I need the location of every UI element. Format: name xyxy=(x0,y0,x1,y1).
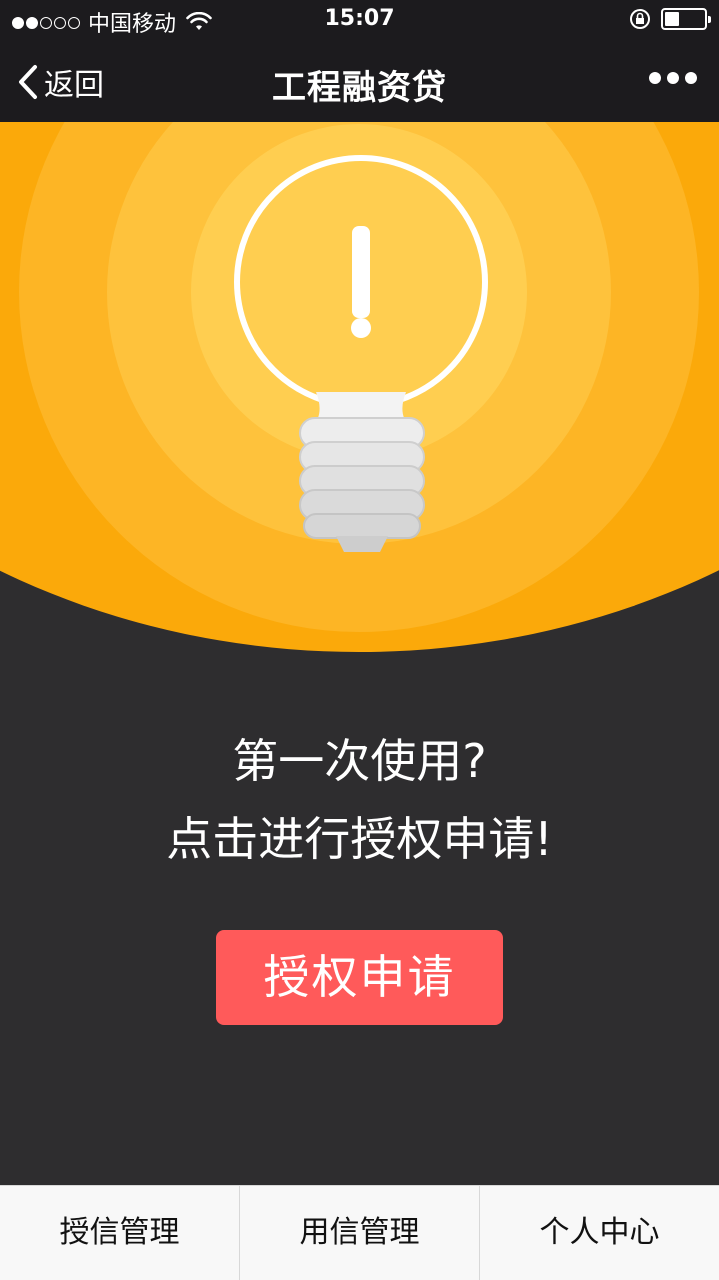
rotation-lock-icon xyxy=(630,9,650,29)
nav-bar: 返回 工程融资贷 xyxy=(0,40,719,122)
bottom-tab-bar: 授信管理 用信管理 个人中心 xyxy=(0,1185,719,1280)
status-time: 15:07 xyxy=(324,6,395,31)
page-title: 工程融资贷 xyxy=(272,68,447,108)
battery-icon xyxy=(661,8,711,30)
apply-authorization-button[interactable]: 授权申请 xyxy=(216,930,503,1025)
tab-personal-center[interactable]: 个人中心 xyxy=(480,1186,719,1280)
hero-illustration xyxy=(0,122,719,662)
tab-credit-management[interactable]: 授信管理 xyxy=(0,1186,240,1280)
message-line-1: 第一次使用? xyxy=(232,734,487,788)
lightbulb-warning-icon xyxy=(0,122,719,662)
status-bar: 中国移动 15:07 xyxy=(0,0,719,40)
first-use-message: 第一次使用? 点击进行授权申请! xyxy=(0,730,719,870)
tab-credit-usage[interactable]: 用信管理 xyxy=(240,1186,480,1280)
message-line-2: 点击进行授权申请! xyxy=(166,812,553,866)
more-options-icon[interactable] xyxy=(649,72,697,84)
status-right xyxy=(629,8,711,30)
